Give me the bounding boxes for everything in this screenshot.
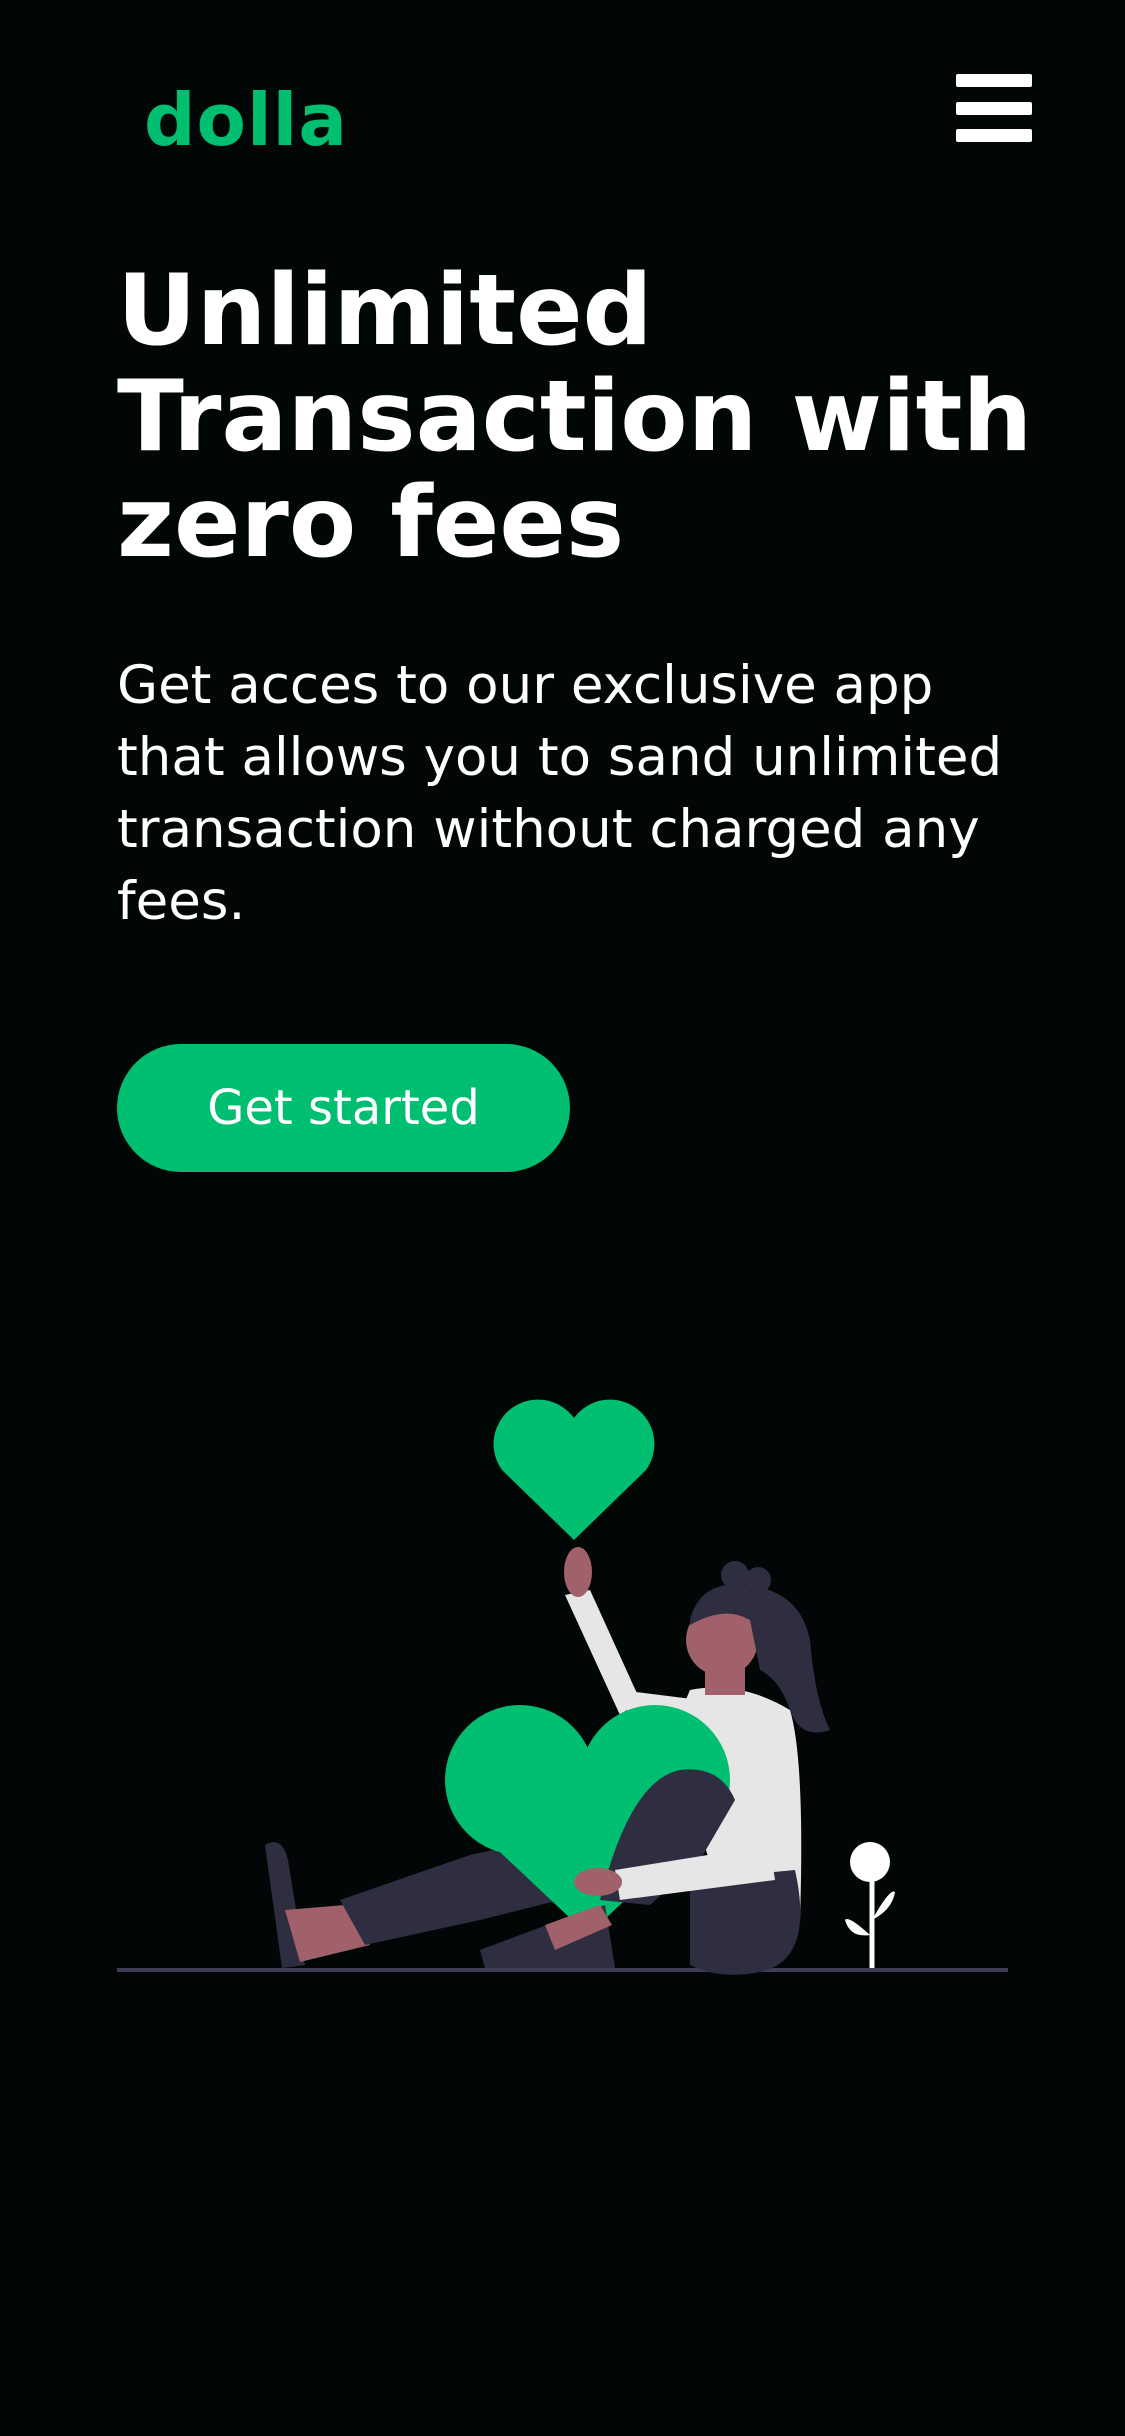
hero-headline: Unlimited Transaction with zero fees (117, 254, 1033, 580)
hero-illustration (117, 1399, 1008, 1975)
brand-logo[interactable]: dolla (144, 78, 348, 162)
hamburger-menu-icon[interactable] (954, 70, 1034, 146)
landing-page: dolla Unlimited Transaction with zero fe… (0, 0, 1125, 2436)
heart-icon (493, 1399, 655, 1540)
person-illustration (265, 1547, 830, 1975)
hero-subtext: Get acces to our exclusive app that allo… (117, 655, 1003, 932)
menu-bar (956, 101, 1032, 115)
menu-bar (956, 74, 1032, 87)
get-started-button[interactable]: Get started (117, 1044, 570, 1172)
flower-icon (845, 1842, 895, 1968)
menu-bar (956, 129, 1032, 142)
